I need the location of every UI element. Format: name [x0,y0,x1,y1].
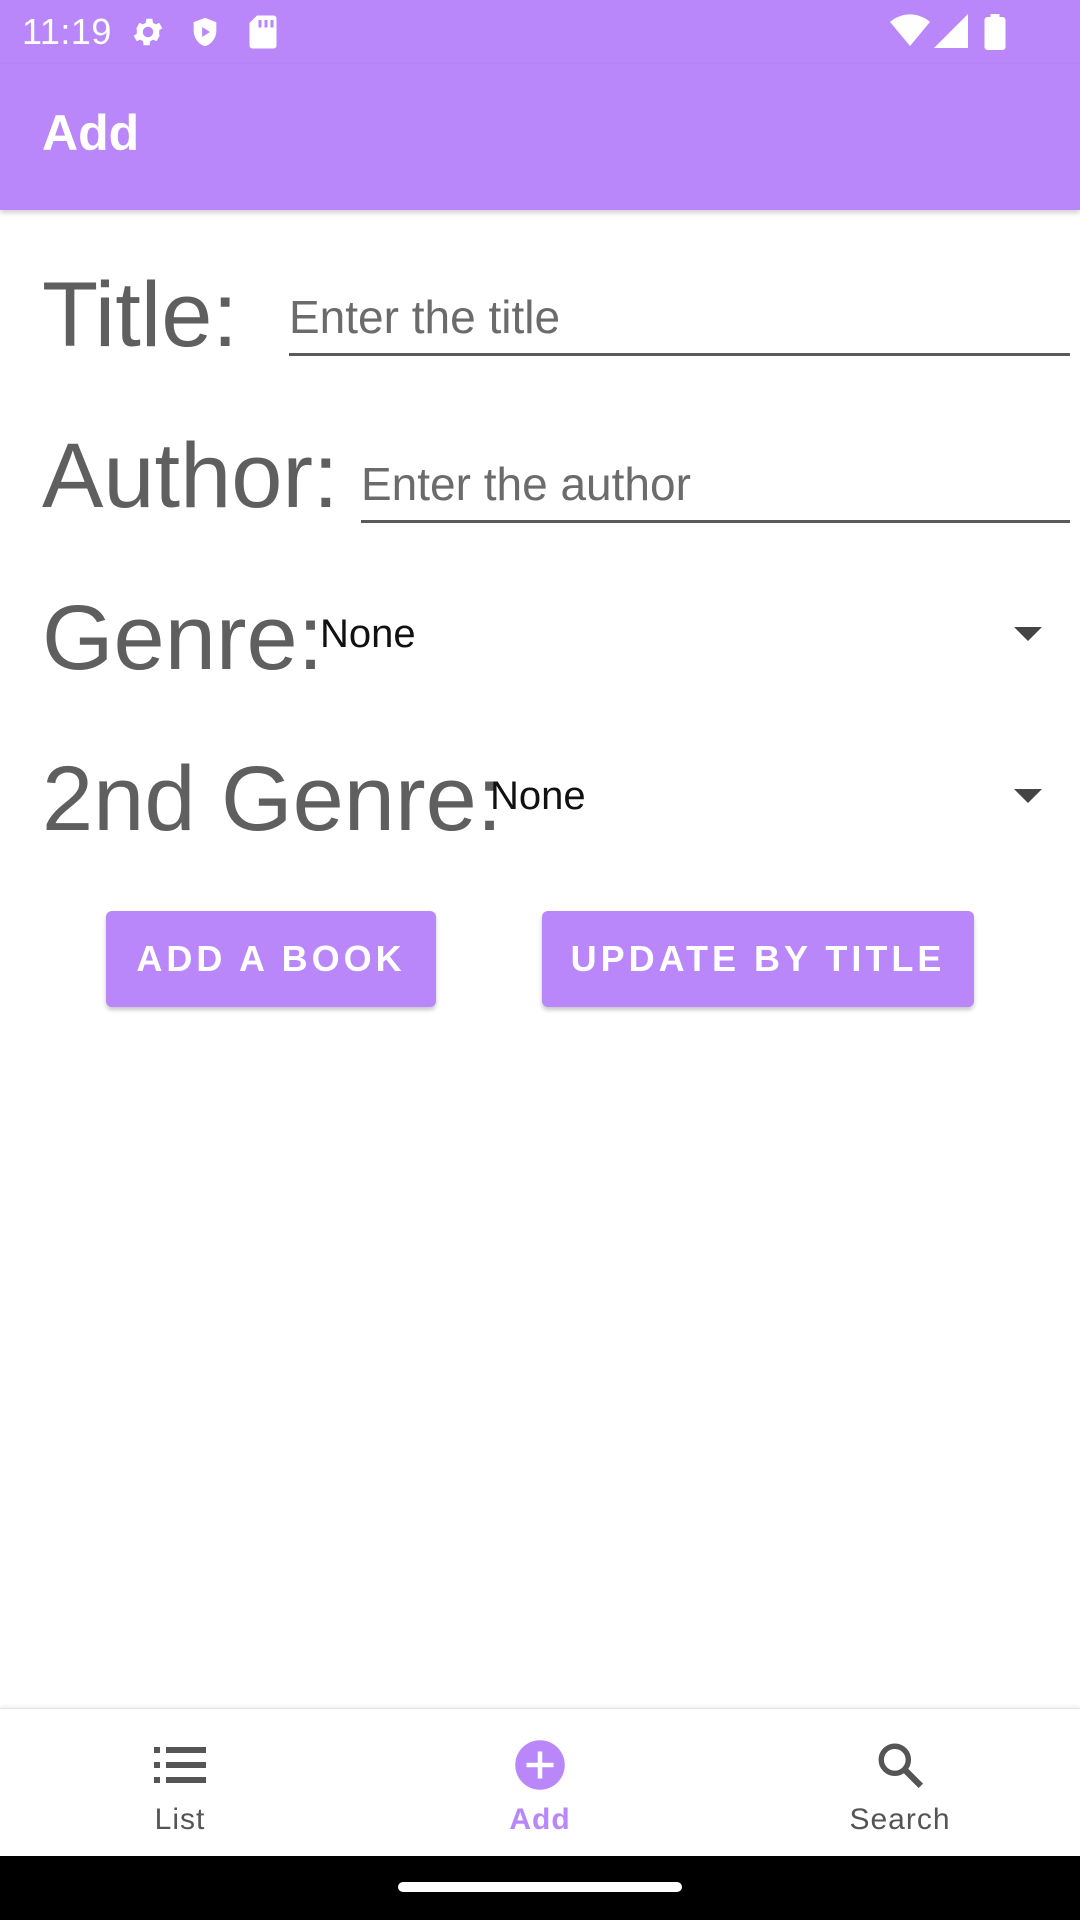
nav-label-add: Add [509,1803,571,1836]
second-genre-selected-value: None [490,773,586,818]
status-bar: 11:19 [0,0,1080,64]
author-label: Author: [42,425,339,527]
nav-item-search[interactable]: Search [720,1709,1080,1857]
title-label: Title: [42,264,238,366]
list-icon [154,1739,206,1791]
status-time: 11:19 [22,11,112,52]
genre-selected-value: None [320,611,416,656]
genre-dropdown[interactable]: None [320,594,1070,674]
page-title: Add [42,105,140,161]
update-by-title-button[interactable]: UPDATE BY TITLE [542,911,974,1007]
dropdown-arrow-icon [1014,627,1042,641]
dropdown-arrow-icon [1014,789,1042,803]
shield-icon [188,14,222,55]
signal-icon [934,14,968,53]
sd-card-icon [248,14,278,55]
add-book-button[interactable]: ADD A BOOK [106,911,436,1007]
nav-label-search: Search [849,1803,951,1836]
author-input[interactable] [361,447,1070,523]
genre-label: Genre: [42,587,324,689]
title-input[interactable] [289,280,1070,356]
search-icon [875,1739,925,1791]
add-circle-icon [513,1739,567,1791]
wifi-icon [890,14,930,53]
second-genre-dropdown[interactable]: None [490,756,1070,836]
nav-item-add[interactable]: Add [360,1709,720,1857]
battery-icon [984,14,1006,55]
screen: 11:19 Add Title: Author: Genre: None [0,0,1080,1920]
second-genre-label: 2nd Genre: [42,748,503,850]
home-handle[interactable] [398,1882,682,1892]
app-bar: Add [0,64,1080,210]
gear-icon [130,14,166,55]
gesture-bar [0,1856,1080,1920]
nav-label-list: List [154,1803,206,1836]
nav-item-list[interactable]: List [0,1709,360,1857]
bottom-navigation: List Add Search [0,1708,1080,1857]
